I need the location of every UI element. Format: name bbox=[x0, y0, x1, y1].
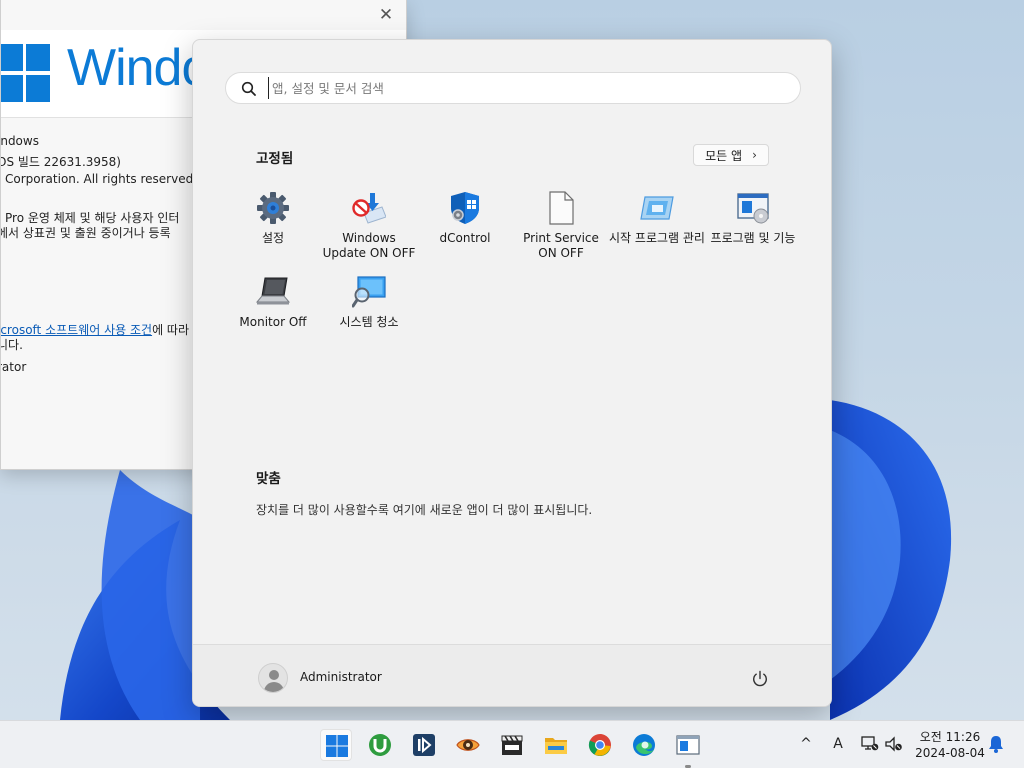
windows-logo-icon bbox=[1, 44, 50, 102]
recommended-empty-text: 장치를 더 많이 사용할수록 여기에 새로운 앱이 더 많이 표시됩니다. bbox=[256, 503, 593, 517]
search-box[interactable] bbox=[225, 72, 801, 104]
taskbar-app-edge[interactable] bbox=[628, 729, 660, 761]
recommended-title: 맞춤 bbox=[256, 471, 281, 487]
windows-logo-icon bbox=[326, 735, 348, 757]
chrome-icon bbox=[588, 734, 611, 756]
clock-time: 오전 11:26 bbox=[919, 730, 981, 744]
search-icon bbox=[241, 81, 256, 96]
pinned-app-windows-update[interactable]: Windows Update ON OFF bbox=[321, 191, 417, 261]
pinned-app-label: Monitor Off bbox=[239, 315, 307, 329]
windows-update-icon bbox=[352, 191, 387, 225]
pinned-app-print-service[interactable]: Print Service ON OFF bbox=[513, 191, 609, 261]
document-icon bbox=[544, 191, 578, 225]
about-window-titlebar[interactable]: ✕ bbox=[1, 0, 406, 30]
start-button[interactable] bbox=[320, 729, 352, 761]
about-line: indows bbox=[0, 134, 39, 148]
about-line: 에 따라 bbox=[152, 323, 189, 337]
utorrent-icon bbox=[369, 734, 391, 756]
notification-bell-icon[interactable] bbox=[986, 734, 1006, 754]
chevron-right-icon: › bbox=[752, 148, 757, 162]
taskbar-app-mpc-be[interactable] bbox=[496, 729, 528, 761]
taskbar-app-about-window[interactable] bbox=[672, 729, 704, 768]
pinned-app-settings[interactable]: 설정 bbox=[225, 191, 321, 246]
license-terms-link[interactable]: icrosoft 소프트웨어 사용 조건 bbox=[1, 323, 152, 337]
shield-icon bbox=[448, 191, 482, 225]
about-line: 니다. bbox=[1, 338, 23, 352]
taskbar: ^ A 오전 11:26 2024-08-04 bbox=[0, 720, 1024, 768]
network-icon[interactable] bbox=[860, 734, 880, 754]
all-apps-label: 모든 앱 bbox=[705, 148, 743, 163]
gear-icon bbox=[256, 191, 290, 225]
pinned-app-system-cleanup[interactable]: 시스템 청소 bbox=[321, 275, 417, 330]
pinned-app-label: 프로그램 및 기능 bbox=[710, 231, 796, 245]
close-icon[interactable]: ✕ bbox=[372, 2, 400, 28]
clapper-icon bbox=[501, 735, 523, 755]
brand-wordmark: Windo bbox=[67, 39, 210, 97]
window-icon bbox=[676, 735, 700, 755]
laptop-icon bbox=[255, 275, 291, 309]
cleanup-icon bbox=[351, 275, 386, 309]
pinned-app-monitor-off[interactable]: Monitor Off bbox=[225, 275, 321, 330]
eye-icon bbox=[456, 739, 480, 751]
pinned-app-label: 시작 프로그램 관리 bbox=[609, 231, 705, 245]
pinned-app-dcontrol[interactable]: dControl bbox=[417, 191, 513, 246]
ime-indicator[interactable]: A bbox=[828, 734, 848, 754]
pinned-app-label: dControl bbox=[439, 231, 491, 245]
taskbar-app-media[interactable] bbox=[408, 729, 440, 761]
about-line: 에서 상표권 및 출원 중이거나 등록 bbox=[0, 226, 171, 240]
pinned-app-label: Print Service ON OFF bbox=[523, 231, 599, 260]
about-line: OS 빌드 22631.3958) bbox=[0, 155, 121, 169]
pinned-app-startup-manager[interactable]: 시작 프로그램 관리 bbox=[609, 191, 705, 246]
pinned-title: 고정됨 bbox=[256, 151, 294, 167]
startup-icon bbox=[640, 191, 674, 225]
start-footer: Administrator bbox=[193, 644, 831, 706]
clock-date: 2024-08-04 bbox=[915, 746, 985, 760]
about-line: rator bbox=[1, 360, 27, 374]
show-hidden-icons-chevron[interactable]: ^ bbox=[796, 734, 816, 754]
folder-icon bbox=[545, 738, 567, 754]
volume-muted-icon[interactable] bbox=[884, 734, 904, 754]
pinned-app-label: Windows Update ON OFF bbox=[322, 231, 416, 260]
user-name[interactable]: Administrator bbox=[300, 670, 382, 684]
pinned-app-programs-features[interactable]: 프로그램 및 기능 bbox=[705, 191, 801, 246]
media-icon bbox=[413, 734, 435, 756]
pinned-app-label: 시스템 청소 bbox=[339, 315, 399, 329]
user-avatar[interactable] bbox=[258, 663, 288, 693]
pinned-app-label: 설정 bbox=[261, 231, 285, 245]
programs-icon bbox=[736, 191, 770, 225]
edge-icon bbox=[633, 734, 655, 756]
taskbar-app-file-explorer[interactable] bbox=[540, 729, 572, 761]
start-menu: 고정됨 모든 앱 › 설정 bbox=[192, 39, 832, 707]
taskbar-app-utorrent[interactable] bbox=[364, 729, 396, 761]
about-line: Corporation. All rights reserved. bbox=[5, 172, 198, 186]
all-apps-button[interactable]: 모든 앱 › bbox=[693, 144, 769, 166]
taskbar-app-chrome[interactable] bbox=[584, 729, 616, 761]
taskbar-clock[interactable]: 오전 11:26 2024-08-04 bbox=[912, 729, 988, 761]
search-input[interactable] bbox=[268, 77, 778, 99]
power-icon[interactable] bbox=[750, 669, 770, 689]
taskbar-app-eye[interactable] bbox=[452, 729, 484, 761]
